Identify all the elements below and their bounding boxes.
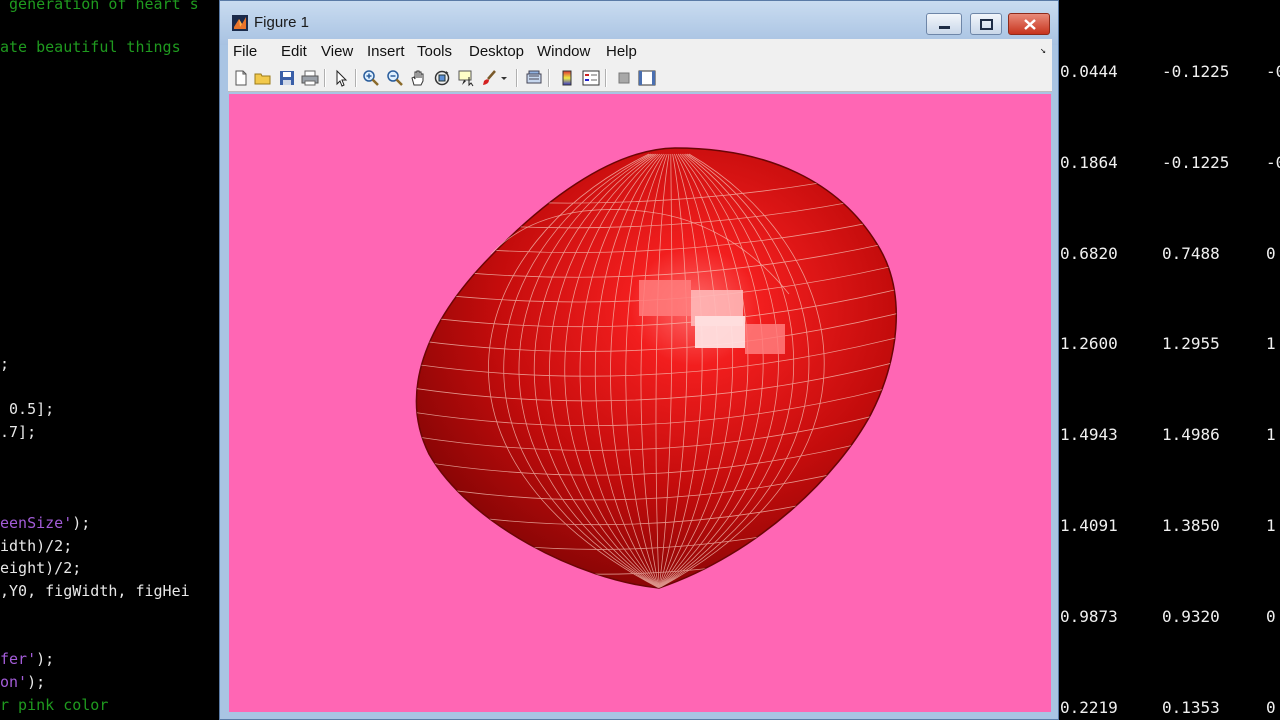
zoom-out-icon[interactable] <box>386 69 404 87</box>
output-value: 0.9873 <box>1060 606 1118 626</box>
output-value: 0.1353 <box>1162 697 1220 717</box>
output-value: 0.2219 <box>1060 697 1118 717</box>
menu-file[interactable]: File <box>233 43 257 60</box>
output-value: 0.9320 <box>1162 606 1220 626</box>
code-line: eight)/2; <box>0 559 82 577</box>
edit-plot-icon[interactable] <box>332 69 350 87</box>
hide-plot-tools-icon[interactable] <box>615 69 633 87</box>
code-line: 0.5]; <box>0 400 55 418</box>
output-value: 1.4091 <box>1060 516 1118 535</box>
maximize-button[interactable] <box>970 13 1002 35</box>
link-plot-icon[interactable] <box>525 69 543 87</box>
output-value: 0 <box>1266 697 1276 717</box>
menu-desktop[interactable]: Desktop <box>469 43 524 60</box>
output-row: 0.2219 0.1353 0 <box>1058 697 1280 719</box>
code-line: generation of heart s <box>0 0 199 13</box>
output-row: 1.2600 1.2955 1 <box>1058 333 1280 355</box>
heart-surface-plot[interactable] <box>229 94 1051 712</box>
output-value: -0.1225 <box>1162 152 1230 172</box>
data-cursor-icon[interactable] <box>457 69 475 87</box>
output-value: 1.3850 <box>1162 516 1220 535</box>
output-value: -0.1225 <box>1162 62 1230 81</box>
menu-view[interactable]: View <box>321 43 353 60</box>
figure-window[interactable]: Figure 1 File Edit View Insert Tools Desktop W… <box>219 0 1059 720</box>
menu-help[interactable]: Help <box>606 43 637 60</box>
output-value: 0.6820 <box>1060 243 1118 263</box>
show-plot-tools-icon[interactable] <box>638 69 656 87</box>
matlab-logo-icon <box>232 15 248 31</box>
output-row: 1.4091 1.3850 1 <box>1058 515 1280 537</box>
brush-icon[interactable] <box>481 69 499 87</box>
open-file-icon[interactable] <box>254 69 272 87</box>
output-row: 0.6820 0.7488 0 <box>1058 243 1280 265</box>
plot-canvas[interactable] <box>229 94 1051 712</box>
output-value: -0 <box>1266 152 1280 172</box>
save-icon[interactable] <box>278 69 296 87</box>
menu-edit[interactable]: Edit <box>281 43 307 60</box>
output-row: 1.4943 1.4986 1 <box>1058 424 1280 446</box>
output-value: 0 <box>1266 243 1276 263</box>
code-line: eenSize'); <box>0 514 91 532</box>
code-line: fer'); <box>0 650 55 668</box>
menu-window[interactable]: Window <box>537 43 590 60</box>
output-row: 0.0444 -0.1225 -0 <box>1058 61 1280 83</box>
figure-toolbar <box>228 65 1052 92</box>
dock-arrow-icon[interactable]: ↘ <box>1040 45 1046 56</box>
output-row: 0.9873 0.9320 0 <box>1058 606 1280 628</box>
window-title: Figure 1 <box>254 14 310 31</box>
command-window-output: 0.0444 -0.1225 -0 0.1864 -0.1225 -0 0.6820 0.74… <box>1058 0 1280 720</box>
output-row: 0.1864 -0.1225 -0 <box>1058 152 1280 174</box>
output-value: 0.1864 <box>1060 152 1118 172</box>
rotate-3d-icon[interactable] <box>433 69 451 87</box>
code-line: .7]; <box>0 423 37 441</box>
menu-bar: File Edit View Insert Tools Desktop Window Help… <box>228 39 1052 66</box>
menu-tools[interactable]: Tools <box>417 43 452 60</box>
output-value: -0 <box>1266 62 1280 81</box>
code-line: ate beautiful things <box>0 38 181 56</box>
code-line: ,Y0, figWidth, figHei <box>0 582 190 600</box>
output-value: 0.7488 <box>1162 243 1220 263</box>
code-line: ; <box>0 355 10 373</box>
menu-insert[interactable]: Insert <box>367 43 405 60</box>
print-icon[interactable] <box>301 69 319 87</box>
close-button[interactable] <box>1008 13 1050 35</box>
zoom-in-icon[interactable] <box>362 69 380 87</box>
chevron-down-icon[interactable] <box>499 69 509 87</box>
output-value: 1.2600 <box>1060 334 1118 354</box>
code-line: r pink color <box>0 696 109 714</box>
output-value: 0 <box>1266 606 1276 626</box>
pan-icon[interactable] <box>409 69 427 87</box>
colorbar-icon[interactable] <box>558 69 576 87</box>
minimize-button[interactable] <box>926 13 962 35</box>
code-line: on'); <box>0 673 46 691</box>
code-line: idth)/2; <box>0 537 73 555</box>
output-value: 1 <box>1266 516 1276 535</box>
output-value: 0.0444 <box>1060 62 1118 81</box>
new-figure-icon[interactable] <box>232 69 250 87</box>
output-value: 1.4986 <box>1162 425 1220 445</box>
output-value: 1 <box>1266 425 1276 445</box>
output-value: 1 <box>1266 334 1276 354</box>
output-value: 1.4943 <box>1060 425 1118 445</box>
legend-icon[interactable] <box>582 69 600 87</box>
code-editor-panel[interactable]: generation of heart s ate beautiful thing… <box>0 0 222 720</box>
output-value: 1.2955 <box>1162 334 1220 354</box>
